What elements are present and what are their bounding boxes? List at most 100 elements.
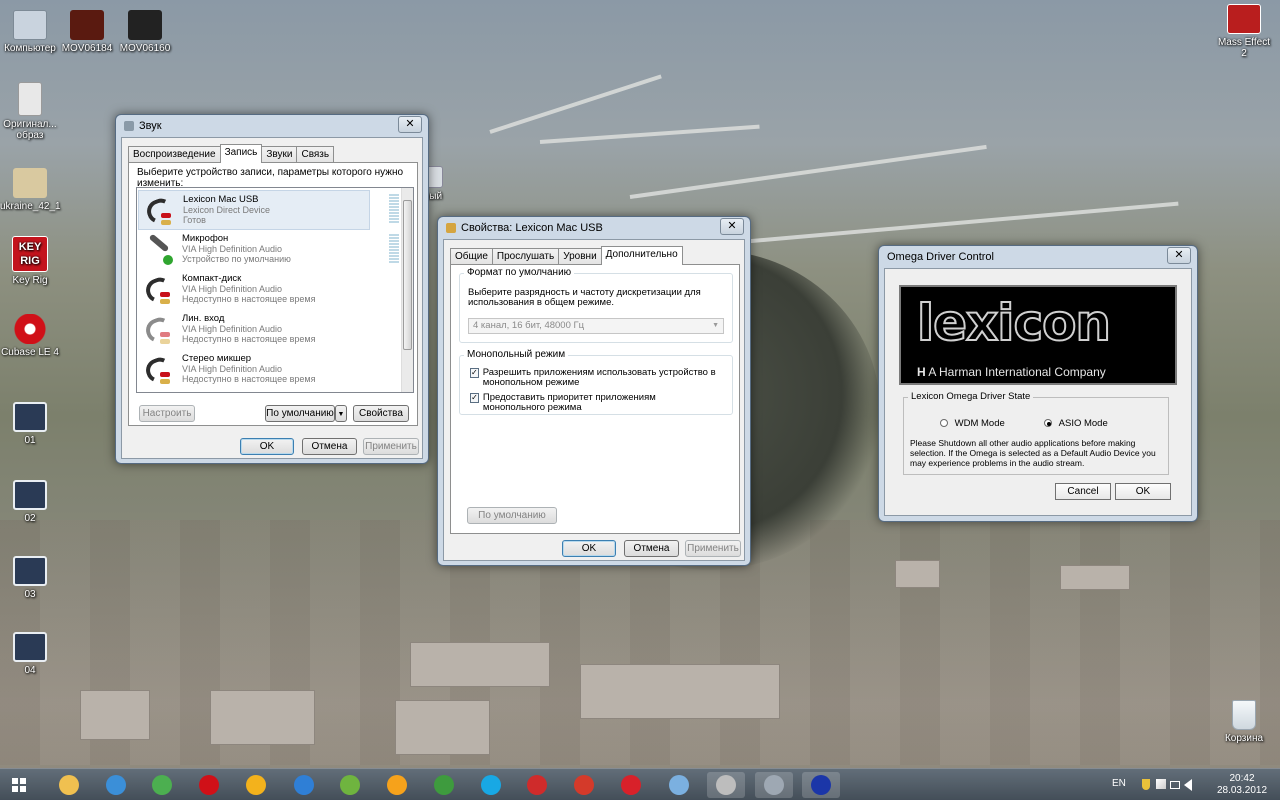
screenshot-file-icon bbox=[13, 556, 47, 586]
list-item-device-stereo-mix[interactable]: Стерео микшер VIA High Definition Audio Не… bbox=[138, 350, 370, 390]
taskbar-app-utorrent[interactable] bbox=[425, 772, 463, 798]
taskbar-app-qip[interactable] bbox=[331, 772, 369, 798]
list-item-device-cd[interactable]: Компакт-диск VIA High Definition Audio Нед… bbox=[138, 270, 370, 310]
configure-button[interactable]: Настроить bbox=[139, 405, 195, 422]
close-button[interactable]: ✕ bbox=[1167, 247, 1191, 264]
taskbar-app-folder[interactable] bbox=[50, 772, 88, 798]
cancel-button[interactable]: Отмена bbox=[624, 540, 679, 557]
taskbar-app-paint[interactable] bbox=[660, 772, 698, 798]
start-button[interactable] bbox=[6, 774, 34, 796]
omega-window[interactable]: Omega Driver Control ✕ lexicon H A Harma… bbox=[878, 245, 1198, 522]
language-indicator[interactable]: EN bbox=[1112, 778, 1126, 789]
asio-mode-radio[interactable] bbox=[1044, 419, 1052, 427]
omega-window-titlebar[interactable]: Omega Driver Control bbox=[879, 246, 1197, 268]
ie-icon bbox=[106, 775, 126, 795]
properties-window[interactable]: Свойства: Lexicon Mac USB ✕ Общие Прослу… bbox=[437, 216, 751, 566]
tab-sounds[interactable]: Звуки bbox=[261, 146, 298, 163]
list-item-device-microphone[interactable]: Микрофон VIA High Definition Audio Устройс… bbox=[138, 230, 370, 270]
desktop-icon-03[interactable]: 03 bbox=[0, 556, 60, 600]
close-button[interactable]: ✕ bbox=[398, 116, 422, 133]
scrollbar[interactable] bbox=[401, 188, 413, 392]
wallpaper-building bbox=[580, 664, 780, 719]
level-meter bbox=[389, 234, 399, 264]
tab-general[interactable]: Общие bbox=[450, 248, 493, 265]
desktop-icon-computer[interactable]: Компьютер bbox=[0, 10, 60, 54]
sound-window[interactable]: Звук ✕ Воспроизведение Запись Звуки Связ… bbox=[115, 114, 429, 464]
wdm-mode-option[interactable]: WDM Mode bbox=[940, 418, 1005, 429]
taskbar-app-cubase[interactable] bbox=[190, 772, 228, 798]
tab-playback[interactable]: Воспроизведение bbox=[128, 146, 221, 163]
cancel-button[interactable]: Cancel bbox=[1055, 483, 1111, 500]
tab-communications[interactable]: Связь bbox=[296, 146, 335, 163]
desktop-icon-ukraine[interactable]: ukraine_42_1 bbox=[0, 168, 61, 212]
device-list[interactable]: Lexicon Mac USB Lexicon Direct Device Гото… bbox=[136, 187, 414, 393]
desktop-icon-01[interactable]: 01 bbox=[0, 402, 60, 446]
taskbar-app-opera[interactable] bbox=[612, 772, 650, 798]
tray-network-icon[interactable] bbox=[1170, 781, 1180, 789]
ok-button[interactable]: OK bbox=[240, 438, 294, 455]
desktop-icon-cubase[interactable]: Cubase LE 4 bbox=[0, 314, 60, 358]
desktop-icon-key-rig[interactable]: KEY RIG Key Rig bbox=[0, 236, 60, 286]
priority-exclusive-option[interactable]: ✓ Предоставить приоритет приложениям мон… bbox=[470, 393, 720, 413]
list-item-device-lexicon[interactable]: Lexicon Mac USB Lexicon Direct Device Гото… bbox=[138, 190, 370, 230]
scrollbar-thumb[interactable] bbox=[403, 200, 412, 350]
taskbar-app-settings[interactable] bbox=[707, 772, 745, 798]
chevron-down-icon: ▼ bbox=[712, 322, 719, 329]
desktop-icon-video-1[interactable]: MOV06184 bbox=[57, 10, 117, 54]
allow-exclusive-option[interactable]: ✓ Разрешить приложениям использовать уст… bbox=[470, 368, 720, 388]
shutdown-notice: Please Shutdown all other audio applicat… bbox=[910, 438, 1156, 468]
tab-recording[interactable]: Запись bbox=[219, 144, 263, 163]
omega-client: lexicon H A Harman International Company… bbox=[884, 268, 1192, 516]
apply-button[interactable]: Применить bbox=[363, 438, 419, 455]
tab-listen[interactable]: Прослушать bbox=[491, 248, 560, 265]
desktop-icon-02[interactable]: 02 bbox=[0, 480, 60, 524]
taskbar-app-nero[interactable] bbox=[565, 772, 603, 798]
tab-levels[interactable]: Уровни bbox=[558, 248, 602, 265]
taskbar-app-red-app[interactable] bbox=[518, 772, 556, 798]
level-meter bbox=[389, 194, 399, 224]
taskbar-app-omega[interactable] bbox=[802, 772, 840, 798]
wallpaper-building bbox=[210, 690, 315, 745]
asio-mode-option[interactable]: ASIO Mode bbox=[1044, 418, 1108, 429]
clock[interactable]: 20:42 28.03.2012 bbox=[1212, 773, 1272, 797]
wdm-mode-radio[interactable] bbox=[940, 419, 948, 427]
settings-icon bbox=[716, 775, 736, 795]
taskbar-app-chrome[interactable] bbox=[143, 772, 181, 798]
desktop-icon-original-image[interactable]: Оригинал... образ bbox=[0, 82, 60, 141]
tab-advanced[interactable]: Дополнительно bbox=[600, 246, 683, 265]
group-label: Lexicon Omega Driver State bbox=[908, 391, 1034, 402]
taskbar-app-skype[interactable] bbox=[472, 772, 510, 798]
paint-icon bbox=[669, 775, 689, 795]
format-select[interactable]: 4 канал, 16 бит, 48000 Гц ▼ bbox=[468, 318, 724, 334]
image-file-icon bbox=[13, 168, 47, 198]
red-app-icon bbox=[527, 775, 547, 795]
tray-shield-icon[interactable] bbox=[1142, 779, 1150, 790]
apply-button[interactable]: Применить bbox=[685, 540, 741, 557]
ok-button[interactable]: OK bbox=[1115, 483, 1171, 500]
properties-button[interactable]: Свойства bbox=[353, 405, 409, 422]
properties-window-titlebar[interactable]: Свойства: Lexicon Mac USB bbox=[438, 217, 750, 239]
sound-window-titlebar[interactable]: Звук bbox=[116, 115, 428, 137]
cancel-button[interactable]: Отмена bbox=[302, 438, 357, 455]
taskbar-app-winamp[interactable] bbox=[378, 772, 416, 798]
omega-icon bbox=[811, 775, 831, 795]
desktop-icon-04[interactable]: 04 bbox=[0, 632, 60, 676]
desktop-icon-video-2[interactable]: MOV06160 bbox=[115, 10, 175, 54]
taskbar-app-flashget[interactable] bbox=[285, 772, 323, 798]
tray-flag-icon[interactable] bbox=[1156, 779, 1166, 789]
priority-exclusive-checkbox[interactable]: ✓ bbox=[470, 393, 479, 403]
taskbar-app-aimp[interactable] bbox=[237, 772, 275, 798]
desktop-icon-recycle-bin[interactable]: Корзина bbox=[1214, 700, 1274, 744]
set-default-button[interactable]: По умолчанию bbox=[265, 405, 335, 422]
close-button[interactable]: ✕ bbox=[720, 218, 744, 235]
list-item-device-line-in[interactable]: Лин. вход VIA High Definition Audio Недост… bbox=[138, 310, 370, 350]
clock-time: 20:42 bbox=[1229, 773, 1255, 784]
set-default-dropdown[interactable]: ▼ bbox=[335, 405, 347, 422]
taskbar-app-ie[interactable] bbox=[97, 772, 135, 798]
taskbar-app-media-player[interactable] bbox=[755, 772, 793, 798]
desktop-icon-mass-effect[interactable]: Mass Effect 2 bbox=[1214, 4, 1274, 59]
allow-exclusive-checkbox[interactable]: ✓ bbox=[470, 368, 479, 378]
restore-defaults-button[interactable]: По умолчанию bbox=[467, 507, 557, 524]
ok-button[interactable]: OK bbox=[562, 540, 616, 557]
tray-volume-icon[interactable] bbox=[1184, 779, 1192, 791]
